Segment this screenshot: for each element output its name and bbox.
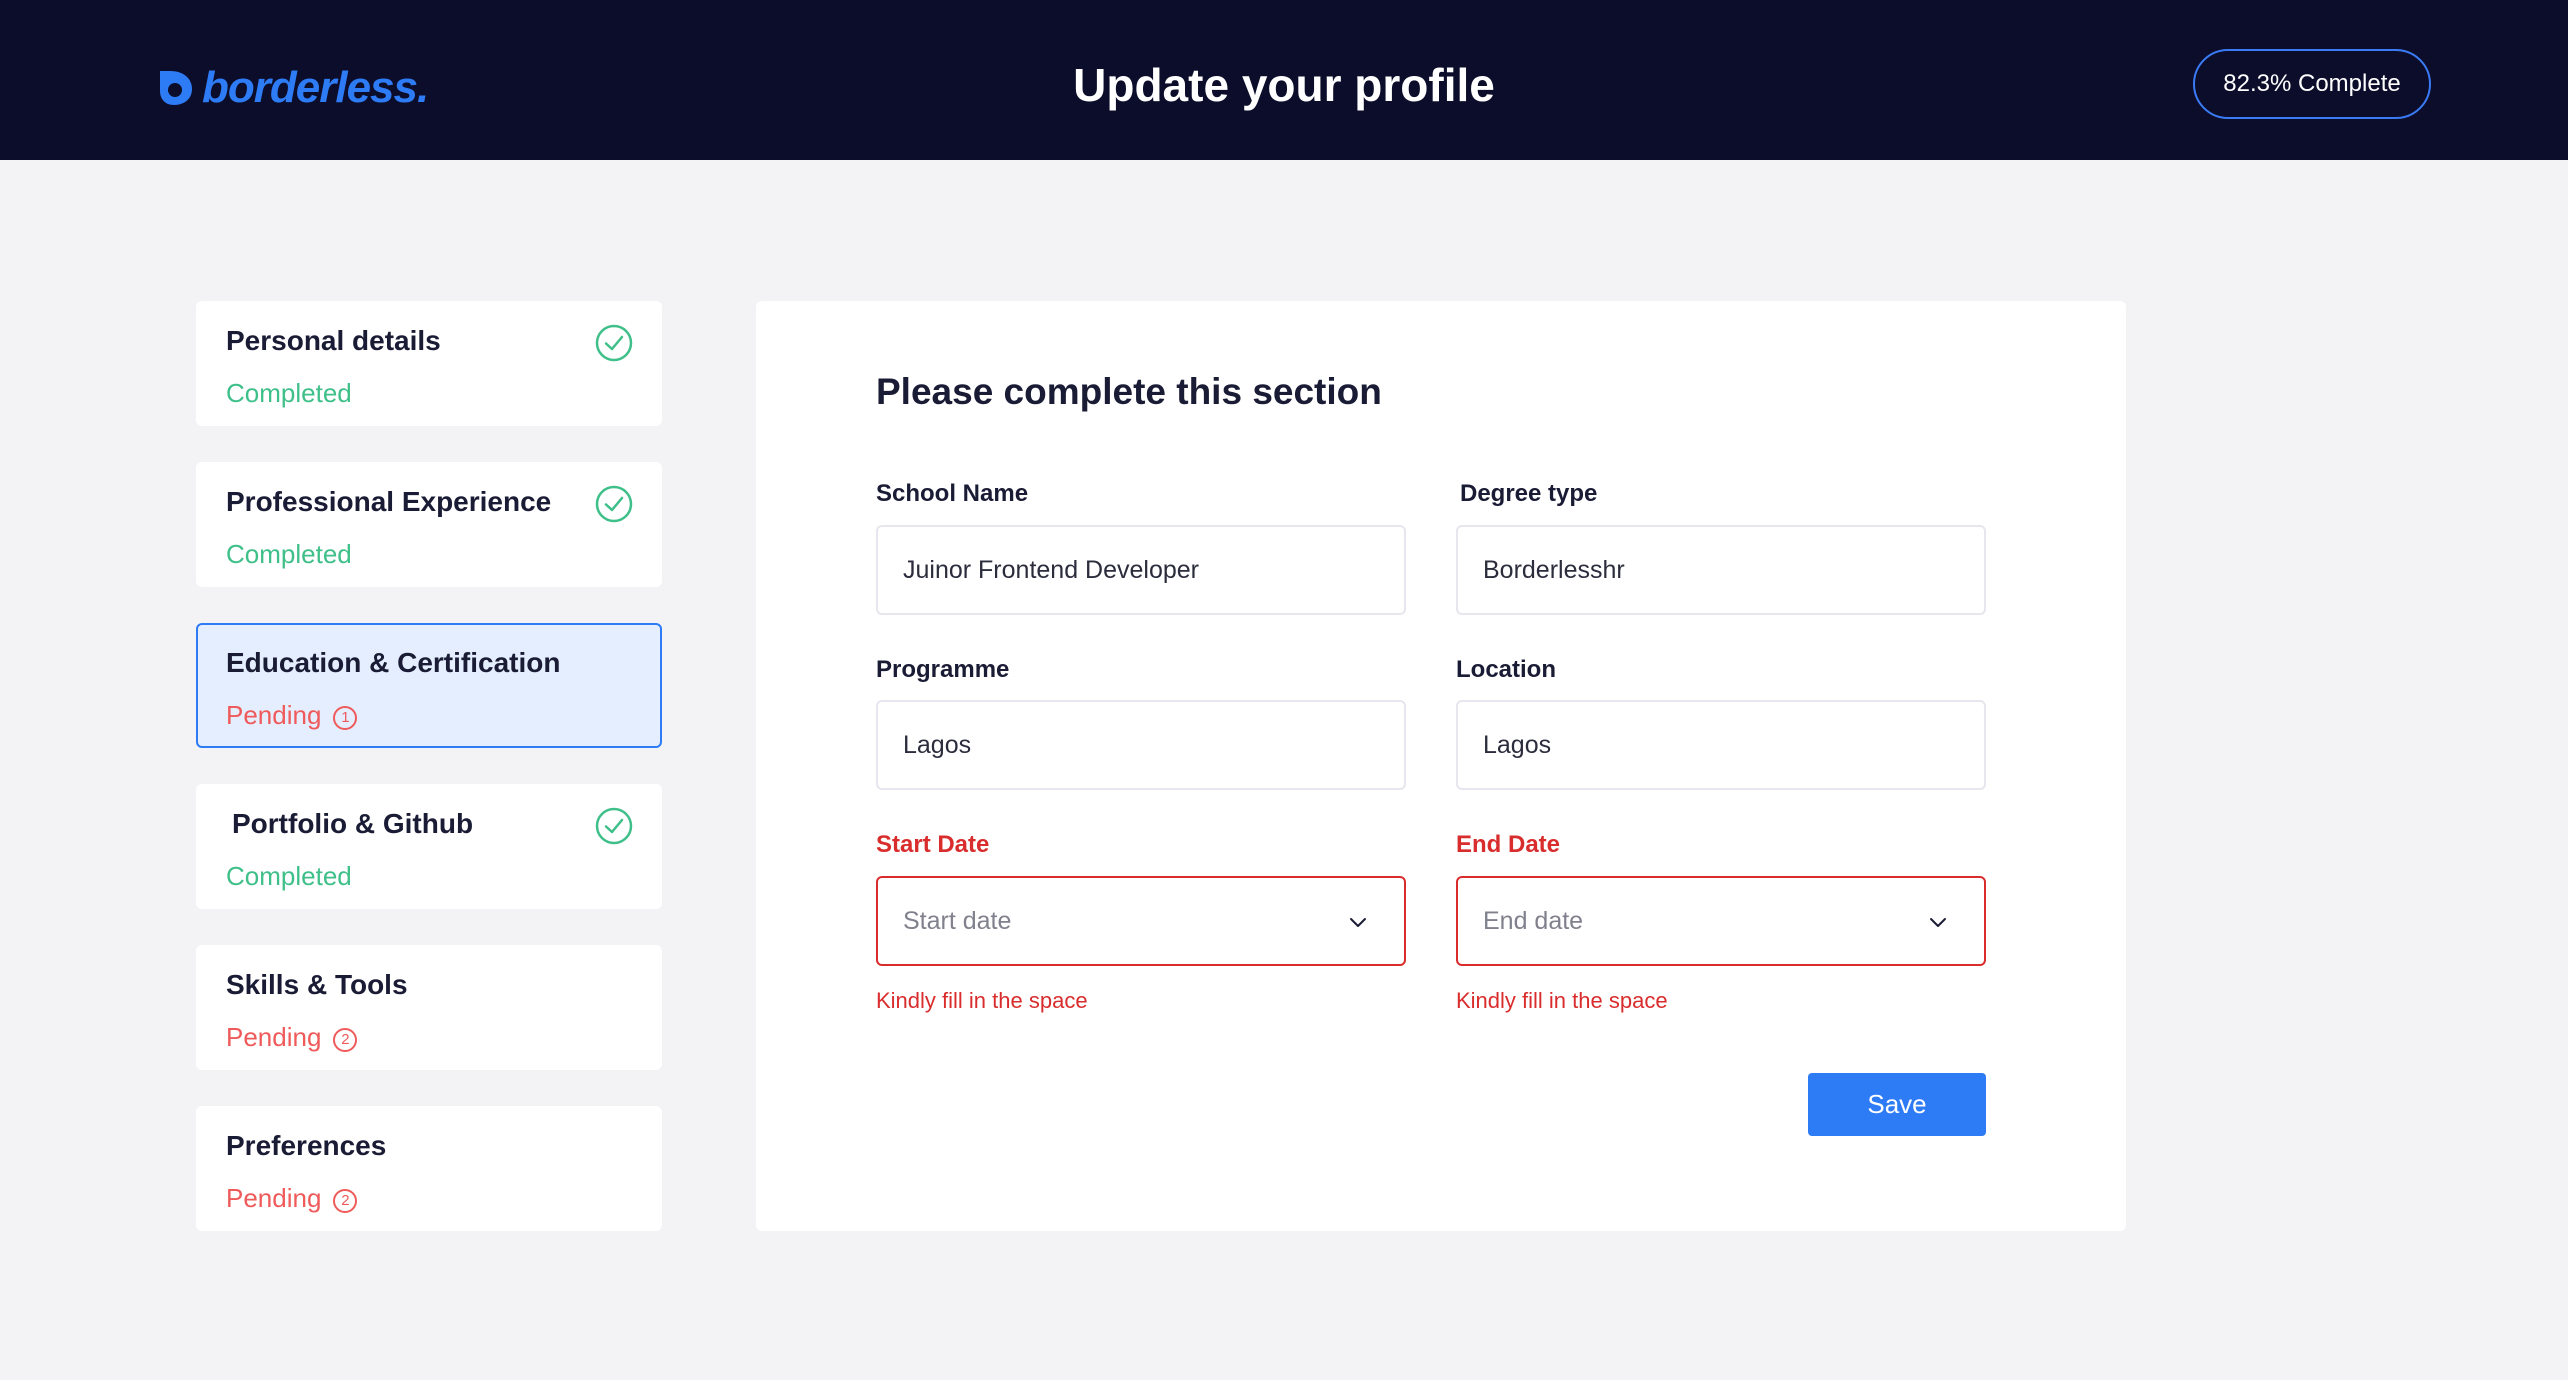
step-title: Preferences	[226, 1130, 387, 1161]
check-circle-icon	[595, 324, 633, 362]
step-portfolio-github[interactable]: Portfolio & Github Completed	[196, 784, 662, 909]
start-date-error: Kindly fill in the space	[876, 988, 1088, 1013]
school-name-input[interactable]: Juinor Frontend Developer	[876, 525, 1406, 615]
step-title: Personal details	[226, 325, 441, 356]
step-status: Completed	[226, 861, 352, 892]
step-status: Pending 1	[226, 700, 358, 731]
borderless-logo-icon	[160, 71, 192, 105]
education-form-panel: Please complete this section School Name…	[756, 301, 2126, 1231]
save-button[interactable]: Save	[1808, 1073, 1986, 1136]
pending-count-badge: 2	[333, 1188, 358, 1213]
step-status-label: Completed	[226, 378, 352, 408]
step-title: Professional Experience	[226, 486, 552, 517]
top-header: borderless. Update your profile 82.3% Co…	[0, 0, 2568, 160]
step-status: Completed	[226, 539, 352, 570]
chevron-down-icon	[1350, 918, 1366, 927]
degree-type-value: Borderlesshr	[1483, 555, 1625, 584]
section-title: Please complete this section	[876, 371, 1382, 412]
step-status: Completed	[226, 378, 352, 409]
step-status-label: Pending	[226, 1022, 322, 1052]
step-status: Pending 2	[226, 1022, 358, 1053]
check-circle-icon	[595, 485, 633, 523]
programme-input[interactable]: Lagos	[876, 700, 1406, 790]
school-name-value: Juinor Frontend Developer	[903, 555, 1199, 584]
end-date-placeholder: End date	[1483, 906, 1584, 935]
brand-name: borderless.	[202, 63, 429, 112]
degree-type-label: Degree type	[1460, 480, 1598, 507]
step-status-label: Completed	[226, 861, 352, 891]
chevron-down-icon	[1930, 918, 1946, 927]
step-title: Education & Certification	[226, 647, 561, 678]
location-value: Lagos	[1483, 730, 1552, 759]
step-personal-details[interactable]: Personal details Completed	[196, 301, 662, 426]
end-date-label: End Date	[1456, 831, 1561, 858]
step-title: Skills & Tools	[226, 969, 408, 1000]
step-status: Pending 2	[226, 1183, 358, 1214]
school-name-label: School Name	[876, 480, 1029, 507]
end-date-select[interactable]: End date	[1456, 876, 1986, 966]
start-date-select[interactable]: Start date	[876, 876, 1406, 966]
step-education-certification[interactable]: Education & Certification Pending 1	[196, 623, 662, 748]
step-professional-experience[interactable]: Professional Experience Completed	[196, 462, 662, 587]
step-title: Portfolio & Github	[232, 808, 474, 839]
programme-value: Lagos	[903, 730, 972, 759]
start-date-label: Start Date	[876, 831, 990, 858]
step-preferences[interactable]: Preferences Pending 2	[196, 1106, 662, 1231]
programme-label: Programme	[876, 656, 1010, 683]
location-label: Location	[1456, 656, 1556, 683]
pending-count-badge: 2	[333, 1027, 358, 1052]
end-date-error: Kindly fill in the space	[1456, 988, 1668, 1013]
check-circle-icon	[595, 807, 633, 845]
step-status-label: Pending	[226, 1183, 322, 1213]
step-status-label: Completed	[226, 539, 352, 569]
degree-type-input[interactable]: Borderlesshr	[1456, 525, 1986, 615]
step-status-label: Pending	[226, 700, 322, 730]
step-skills-tools[interactable]: Skills & Tools Pending 2	[196, 945, 662, 1070]
location-input[interactable]: Lagos	[1456, 700, 1986, 790]
pending-count-badge: 1	[333, 705, 358, 730]
start-date-placeholder: Start date	[903, 906, 1012, 935]
completion-badge: 82.3% Complete	[2193, 49, 2431, 119]
brand-logo[interactable]: borderless.	[156, 63, 429, 112]
